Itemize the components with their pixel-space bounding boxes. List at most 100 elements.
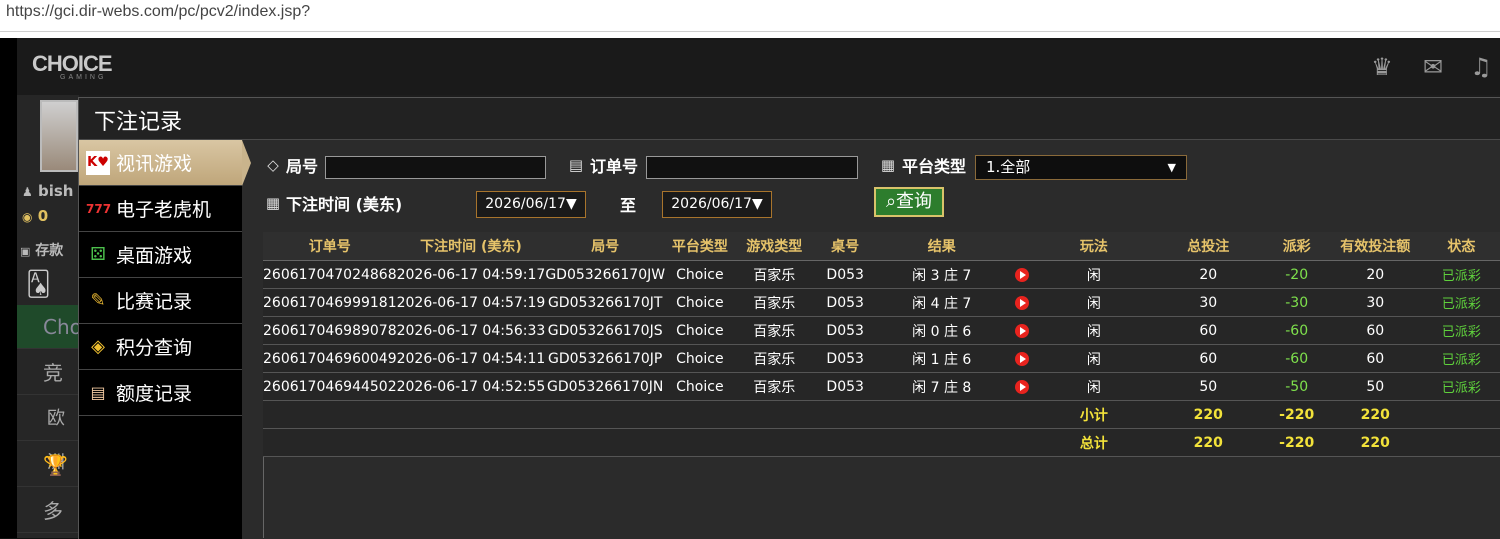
bg-nav-trophy[interactable]: 🏆 [17,443,79,487]
menu-item-points[interactable]: ◈ 积分查询 [79,324,242,370]
cell-result: 闲 3 庄 7 [876,260,1008,289]
query-button[interactable]: ⌕查询 [874,187,944,217]
username-text: bish [38,182,74,200]
chat-icon[interactable]: ✉ [1418,52,1448,82]
cell-order-no: 260617047024868 [263,260,397,289]
slot-777-icon: 777 [86,202,112,216]
cell-status: 已派彩 [1422,372,1500,401]
url-text[interactable]: https://gci.dir-webs.com/pc/pcv2/index.j… [6,3,310,21]
top-bar [17,38,1500,95]
date-to-input[interactable]: 2026/06/17▼ [662,191,772,218]
cell-play-type: 闲 [1036,344,1152,373]
avatar[interactable] [40,100,78,172]
cell-play-type: 闲 [1036,260,1152,289]
platform-selected: 1.全部 [986,158,1031,176]
col-payout: 派彩 [1265,232,1328,261]
cell-order-no: 260617046999181 [263,288,397,317]
table-header-row: 订单号 下注时间 (美东) 局号 平台类型 游戏类型 桌号 结果 玩法 总投注 … [263,232,1500,261]
platform-select[interactable]: 1.全部 ▼ [975,155,1187,180]
col-platform: 平台类型 [665,232,735,261]
deposit-partial[interactable]: ▣ 存款 [20,240,63,260]
cell-status: 已派彩 [1422,288,1500,317]
search-icon: ⌕ [885,191,897,212]
cell-game-no: GD053266170JP [545,344,666,373]
total-total-bet: 220 [1151,428,1266,457]
cell-result: 闲 0 庄 6 [876,316,1008,345]
cell-platform: Choice [665,316,735,345]
play-icon[interactable] [1014,351,1029,366]
cell-game-no: GD053266170JT [545,288,666,317]
coin-icon: ◉ [22,210,33,224]
col-total-bet: 总投注 [1151,232,1266,261]
menu-item-match-records[interactable]: ✎ 比赛记录 [79,278,242,324]
col-valid-bet: 有效投注额 [1327,232,1423,261]
cell-replay[interactable] [1007,316,1037,345]
cell-bet-time: 2026-06-17 04:54:11 [396,344,546,373]
menu-item-live-games[interactable]: K♥ 视讯游戏 [79,140,242,186]
cell-replay[interactable] [1007,260,1037,289]
table-row: 260617047024868 2026-06-17 04:59:17 GD05… [263,260,1500,289]
menu-item-slots[interactable]: 777 电子老虎机 [79,186,242,232]
cell-platform: Choice [665,288,735,317]
cell-play-type: 闲 [1036,288,1152,317]
play-icon[interactable] [1014,267,1029,282]
menu-item-table-games[interactable]: ⚄ 桌面游戏 [79,232,242,278]
order-no-label: 订单号 [590,157,639,176]
menu-item-credit-records[interactable]: ▤ 额度记录 [79,370,242,416]
active-menu-arrow [242,140,251,186]
cell-replay[interactable] [1007,288,1037,317]
cell-table-no: D053 [813,372,877,401]
cell-result: 闲 1 庄 6 [876,344,1008,373]
cell-status: 已派彩 [1422,344,1500,373]
total-payout: -220 [1265,428,1328,457]
ticket-icon: ✎ [90,290,106,311]
subtotal-spacer [263,400,1037,429]
game-no-label: 局号 [286,157,319,176]
modal-title: 下注记录 [94,110,183,135]
browser-url-bar[interactable]: https://gci.dir-webs.com/pc/pcv2/index.j… [0,0,1500,32]
menu-item-label: 额度记录 [116,383,193,405]
grand-total-row: 总计 220 -220 220 [263,428,1500,457]
diamond-icon: ◈ [91,336,105,357]
play-icon[interactable] [1014,295,1029,310]
subtotal-payout: -220 [1265,400,1328,429]
cell-result: 闲 7 庄 8 [876,372,1008,401]
cell-replay[interactable] [1007,344,1037,373]
date-from-input[interactable]: 2026/06/17▼ [476,191,586,218]
cell-status: 已派彩 [1422,260,1500,289]
cell-table-no: D053 [813,344,877,373]
total-spacer [263,428,1037,457]
cell-game-type: 百家乐 [734,344,814,373]
trophy-icon: 🏆 [43,453,68,477]
cell-total-bet: 60 [1151,316,1266,345]
cell-total-bet: 50 [1151,372,1266,401]
col-result: 结果 [876,232,1008,261]
left-edge [0,38,17,538]
bg-nav-sports[interactable]: 竞 [17,351,79,395]
music-note-icon[interactable]: ♫ [1466,52,1496,82]
bg-nav-cho[interactable]: Cho [17,305,82,349]
to-label: 至 [620,196,637,215]
bg-nav-more[interactable]: 多 [17,489,79,533]
menu-item-label: 视讯游戏 [116,153,193,175]
order-no-input[interactable] [646,156,858,179]
play-icon[interactable] [1014,379,1029,394]
cell-payout: -50 [1265,372,1328,401]
cell-payout: -30 [1265,288,1328,317]
game-no-input[interactable] [325,156,546,179]
subtotal-total-bet: 220 [1151,400,1266,429]
table-row: 260617046989078 2026-06-17 04:56:33 GD05… [263,316,1500,345]
vip-crown-icon[interactable]: ♛ [1367,52,1397,82]
cell-bet-time: 2026-06-17 04:56:33 [396,316,546,345]
play-icon[interactable] [1014,323,1029,338]
table-row: 260617046944502 2026-06-17 04:52:55 GD05… [263,372,1500,401]
cell-play-type: 闲 [1036,372,1152,401]
record-menu: K♥ 视讯游戏 777 电子老虎机 ⚄ 桌面游戏 ✎ 比赛记录 ◈ 积分查询 ▤… [79,140,242,539]
bg-nav-europe[interactable]: 欧洲 [17,397,79,473]
total-label: 总计 [1036,428,1152,457]
col-game-no: 局号 [545,232,666,261]
list-icon: ▦ [880,156,896,174]
menu-item-label: 比赛记录 [116,291,193,313]
cell-replay[interactable] [1007,372,1037,401]
cell-total-bet: 60 [1151,344,1266,373]
